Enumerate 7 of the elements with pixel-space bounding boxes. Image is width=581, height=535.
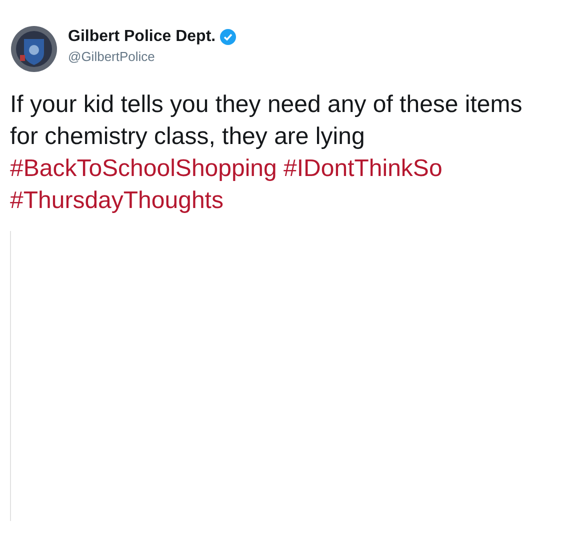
hashtag-link[interactable]: #IDontThinkSo [284,155,442,182]
hashtag-link[interactable]: #BackToSchoolShopping [10,155,277,182]
hashtag-link[interactable]: #ThursdayThoughts [10,187,224,214]
user-handle[interactable]: @GilbertPolice [68,49,236,64]
display-name[interactable]: Gilbert Police Dept. [68,28,216,46]
tweet-text: If your kid tells you they need any of these items for chemistry class, they are lying #BackToSchoolShopping #IDontThinkSo #ThursdayThoughts [10,90,524,216]
police-badge-avatar[interactable] [10,25,58,73]
